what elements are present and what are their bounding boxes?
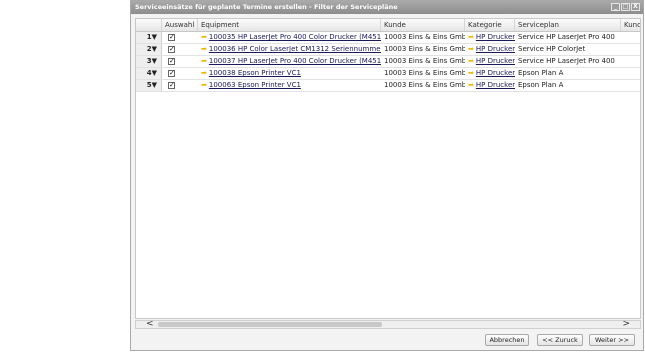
arrow-right-icon: ➡ xyxy=(468,57,474,65)
serviceplan-cell: Epson Plan A xyxy=(518,81,564,89)
minimize-button[interactable]: _ xyxy=(611,3,620,11)
horizontal-scrollbar[interactable]: < > xyxy=(135,320,641,329)
arrow-right-icon: ➡ xyxy=(201,69,207,77)
arrow-right-icon: ➡ xyxy=(201,57,207,65)
table-row[interactable]: 3▼ ✓ ➡ 100037 HP LaserJet Pro 400 Color D… xyxy=(136,56,640,68)
row-number[interactable]: 4▼ xyxy=(136,68,162,79)
header-kunde[interactable]: Kunde xyxy=(381,19,465,31)
kategorie-link[interactable]: HP Drucker xyxy=(476,45,515,53)
window-title: Serviceeinsätze für geplante Termine ers… xyxy=(135,3,398,11)
arrow-right-icon: ➡ xyxy=(201,81,207,89)
scroll-right-icon[interactable]: > xyxy=(622,320,630,329)
service-plan-grid: Auswahl Equipment Kunde Kategorie Servic… xyxy=(135,18,641,319)
kunde-cell: 10003 Eins & Eins GmbH xyxy=(384,57,465,65)
kunde-cell: 10003 Eins & Eins GmbH xyxy=(384,69,465,77)
next-button[interactable]: Weiter >> xyxy=(589,334,635,346)
close-button[interactable]: X xyxy=(631,3,640,11)
kategorie-link[interactable]: HP Drucker xyxy=(476,81,515,89)
cancel-button[interactable]: Abbrechen xyxy=(485,334,529,346)
row-number[interactable]: 2▼ xyxy=(136,44,162,55)
serviceplan-cell: Epson Plan A xyxy=(518,69,564,77)
kategorie-link[interactable]: HP Drucker xyxy=(476,57,515,65)
grid-header: Auswahl Equipment Kunde Kategorie Servic… xyxy=(136,19,640,32)
select-checkbox[interactable]: ✓ xyxy=(168,46,175,53)
scrollbar-thumb[interactable] xyxy=(158,322,382,327)
select-checkbox[interactable]: ✓ xyxy=(168,70,175,77)
equipment-link[interactable]: 100063 Epson Printer VC1 xyxy=(209,81,301,89)
table-row[interactable]: 1▼ ✓ ➡ 100035 HP LaserJet Pro 400 Color D… xyxy=(136,32,640,44)
table-row[interactable]: 5▼ ✓ ➡ 100063 Epson Printer VC1 10003 Ein… xyxy=(136,80,640,92)
table-row[interactable]: 2▼ ✓ ➡ 100036 HP Color LaserJet CM1312 Se… xyxy=(136,44,640,56)
kunde-cell: 10003 Eins & Eins GmbH xyxy=(384,81,465,89)
row-number[interactable]: 1▼ xyxy=(136,32,162,43)
kunde-cell: 10003 Eins & Eins GmbH xyxy=(384,45,465,53)
arrow-right-icon: ➡ xyxy=(201,45,207,53)
row-number[interactable]: 5▼ xyxy=(136,80,162,91)
equipment-link[interactable]: 100036 HP Color LaserJet CM1312 Seriennu… xyxy=(209,45,381,53)
header-equipment[interactable]: Equipment xyxy=(198,19,381,31)
kategorie-link[interactable]: HP Drucker xyxy=(476,69,515,77)
header-rownum xyxy=(136,19,162,31)
select-checkbox[interactable]: ✓ xyxy=(168,58,175,65)
maximize-button[interactable]: □ xyxy=(621,3,630,11)
equipment-link[interactable]: 100035 HP LaserJet Pro 400 Color Drucker… xyxy=(209,33,381,41)
title-bar[interactable]: Serviceeinsätze für geplante Termine ers… xyxy=(131,1,643,14)
header-kategorie[interactable]: Kategorie xyxy=(465,19,515,31)
header-auswahl[interactable]: Auswahl xyxy=(162,19,198,31)
serviceplan-cell: Service HP LaserJet Pro 400 xyxy=(518,33,615,41)
equipment-link[interactable]: 100038 Epson Printer VC1 xyxy=(209,69,301,77)
header-serviceplan[interactable]: Serviceplan xyxy=(515,19,621,31)
equipment-link[interactable]: 100037 HP LaserJet Pro 400 Color Drucker… xyxy=(209,57,381,65)
row-number[interactable]: 3▼ xyxy=(136,56,162,67)
kunde-cell: 10003 Eins & Eins GmbH xyxy=(384,33,465,41)
header-kundenst[interactable]: Kundenst xyxy=(621,19,640,31)
serviceplan-cell: Service HP LaserJet Pro 400 xyxy=(518,57,615,65)
arrow-right-icon: ➡ xyxy=(468,45,474,53)
table-row[interactable]: 4▼ ✓ ➡ 100038 Epson Printer VC1 10003 Ein… xyxy=(136,68,640,80)
arrow-right-icon: ➡ xyxy=(468,81,474,89)
scroll-left-icon[interactable]: < xyxy=(146,320,154,329)
select-checkbox[interactable]: ✓ xyxy=(168,82,175,89)
select-checkbox[interactable]: ✓ xyxy=(168,34,175,41)
dialog-window: Serviceeinsätze für geplante Termine ers… xyxy=(130,0,644,351)
arrow-right-icon: ➡ xyxy=(468,33,474,41)
back-button[interactable]: << Zuruck xyxy=(537,334,583,346)
arrow-right-icon: ➡ xyxy=(201,33,207,41)
serviceplan-cell: Service HP ColorJet xyxy=(518,45,586,53)
arrow-right-icon: ➡ xyxy=(468,69,474,77)
kategorie-link[interactable]: HP Drucker xyxy=(476,33,515,41)
